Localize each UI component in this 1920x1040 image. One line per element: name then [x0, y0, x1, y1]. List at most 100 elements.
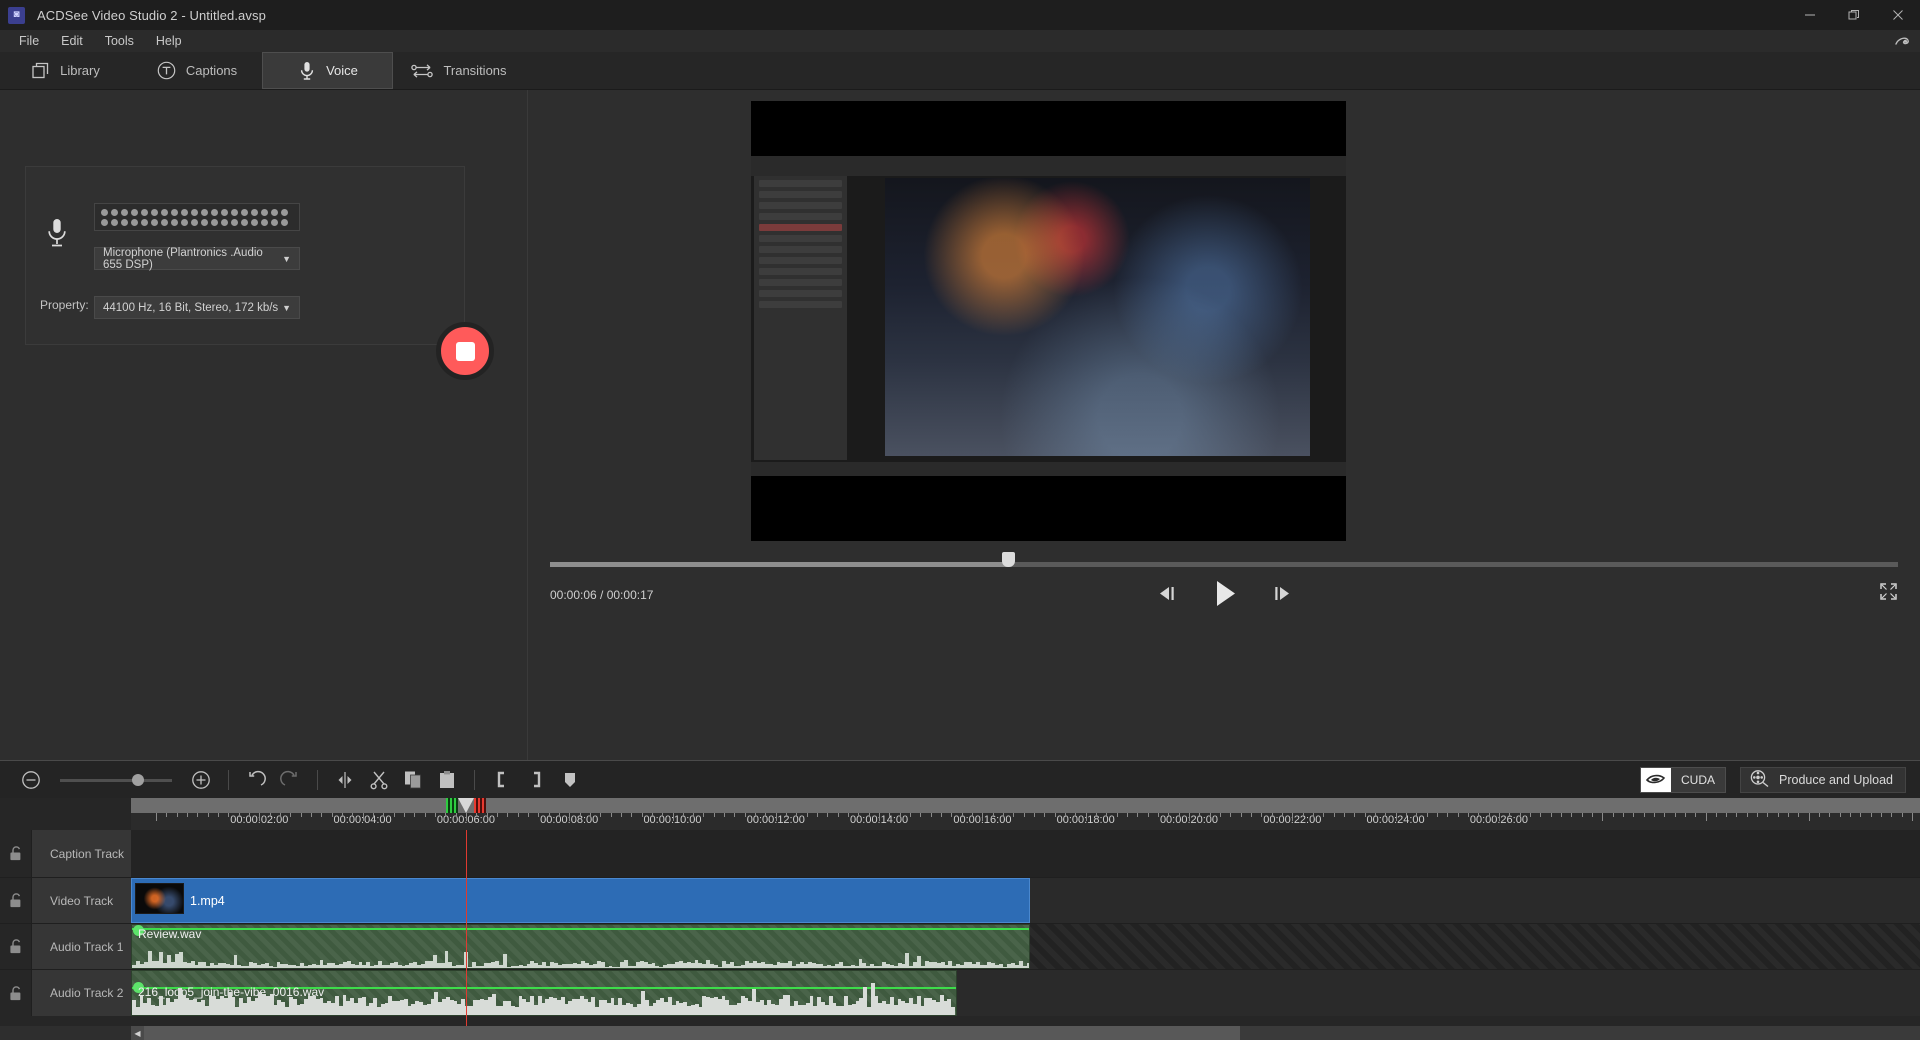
- ruler-tick: [1374, 813, 1376, 817]
- tab-captions[interactable]: Captions: [131, 52, 262, 89]
- zoom-slider-knob[interactable]: [132, 773, 145, 786]
- ruler-tick: [1168, 813, 1170, 817]
- ruler-tick: [1075, 813, 1077, 817]
- ruler-tick: [393, 813, 395, 817]
- paste-button[interactable]: [430, 765, 464, 795]
- layers-icon: [31, 61, 51, 81]
- scrubber-handle[interactable]: [1002, 552, 1016, 567]
- menu-edit[interactable]: Edit: [50, 30, 94, 52]
- lock-toggle-video[interactable]: [0, 878, 31, 923]
- tab-transitions[interactable]: Transitions: [393, 52, 524, 89]
- ruler-tick: [1189, 813, 1190, 821]
- stop-recording-button[interactable]: [436, 322, 494, 380]
- ruler-tick: [1116, 813, 1118, 817]
- ruler-tick: [1622, 813, 1624, 817]
- mark-in-button[interactable]: [485, 765, 519, 795]
- main-body: Microphone (Plantronics .Audio 655 DSP) …: [0, 90, 1920, 760]
- ruler-tick: [300, 813, 302, 817]
- ruler-tick: [1591, 813, 1593, 817]
- tab-voice[interactable]: Voice: [262, 52, 393, 89]
- timeline-horizontal-scrollbar[interactable]: ◀: [0, 1026, 1920, 1040]
- mark-out-button[interactable]: [519, 765, 553, 795]
- ruler-tick: [1478, 813, 1480, 817]
- clip-video[interactable]: 1.mp4: [131, 878, 1030, 923]
- ruler-tick: [837, 813, 839, 817]
- clip-audio-2[interactable]: 216_loop5_join-the-vibe_0016.wav: [131, 970, 957, 1016]
- lock-toggle-caption[interactable]: [0, 830, 31, 877]
- clip-audio-1[interactable]: Review.wav: [131, 924, 1030, 969]
- tab-strip: Library Captions Voice Transitions: [0, 52, 1920, 90]
- cut-button[interactable]: [362, 765, 396, 795]
- play-button[interactable]: [1208, 577, 1241, 610]
- ruler-tick: [434, 813, 436, 817]
- settings-swirl-icon[interactable]: [1892, 32, 1910, 50]
- ruler-tick: [1209, 813, 1211, 817]
- ruler-tick: [589, 813, 591, 817]
- ruler-tick: [1571, 813, 1573, 817]
- track-name-audio-2: Audio Track 2: [31, 970, 131, 1016]
- ruler-tick: [1106, 813, 1108, 817]
- menu-tools[interactable]: Tools: [94, 30, 145, 52]
- menu-file[interactable]: File: [8, 30, 50, 52]
- tab-library[interactable]: Library: [0, 52, 131, 89]
- ruler-tick: [1054, 813, 1056, 817]
- lock-toggle-audio-2[interactable]: [0, 970, 31, 1016]
- ruler-tick: [1581, 813, 1583, 817]
- lock-toggle-audio-1[interactable]: [0, 924, 31, 969]
- video-preview[interactable]: [751, 101, 1346, 541]
- produce-and-upload-button[interactable]: Produce and Upload: [1740, 766, 1906, 793]
- property-label: Property:: [40, 298, 89, 312]
- audio-property-select[interactable]: 44100 Hz, 16 Bit, Stereo, 172 kb/s ▼: [94, 296, 300, 319]
- timeline-zoom-slider[interactable]: [60, 770, 172, 790]
- ruler-tick: [496, 813, 498, 817]
- scrollbar-thumb[interactable]: [131, 1026, 1241, 1040]
- step-back-button[interactable]: [1155, 584, 1182, 603]
- zoom-in-button[interactable]: [184, 765, 218, 795]
- ruler-tick: [1602, 813, 1604, 821]
- clip-thumbnail: [135, 883, 184, 914]
- track-lane-caption[interactable]: [131, 830, 1920, 877]
- microphone-device-select[interactable]: Microphone (Plantronics .Audio 655 DSP) …: [94, 247, 300, 271]
- track-lane-audio-1[interactable]: Review.wav: [131, 924, 1920, 969]
- timeline-playhead[interactable]: [465, 830, 467, 1026]
- scroll-left-arrow[interactable]: ◀: [131, 1026, 144, 1040]
- ruler-tick: [1323, 813, 1325, 817]
- ruler-tick: [1881, 813, 1883, 817]
- copy-button[interactable]: [396, 765, 430, 795]
- close-button[interactable]: [1876, 0, 1920, 30]
- cuda-toggle[interactable]: CUDA: [1640, 766, 1727, 793]
- timeline-ruler[interactable]: 00:00:02:0000:00:04:0000:00:06:0000:00:0…: [131, 798, 1920, 830]
- ruler-tick: [569, 813, 571, 821]
- scrollbar-track[interactable]: ◀: [131, 1026, 1920, 1040]
- window-title: ACDSee Video Studio 2 - Untitled.avsp: [37, 7, 266, 23]
- zoom-out-button[interactable]: [14, 765, 48, 795]
- track-lane-video[interactable]: 1.mp4: [131, 878, 1920, 923]
- preview-scrubber[interactable]: [550, 552, 1898, 574]
- ruler-tick: [1385, 813, 1387, 817]
- undo-button[interactable]: [239, 765, 273, 795]
- playhead-handle[interactable]: [457, 798, 474, 813]
- screenshot-left-panel: [754, 176, 847, 460]
- split-button[interactable]: [328, 765, 362, 795]
- minimize-button[interactable]: [1788, 0, 1832, 30]
- ruler-tick: [507, 813, 509, 817]
- track-lane-audio-2[interactable]: 216_loop5_join-the-vibe_0016.wav: [131, 970, 1920, 1016]
- step-forward-button[interactable]: [1267, 584, 1294, 603]
- menu-help[interactable]: Help: [145, 30, 193, 52]
- ruler-tick: [1870, 813, 1872, 817]
- redo-button[interactable]: [273, 765, 307, 795]
- produce-and-upload-label: Produce and Upload: [1779, 772, 1893, 787]
- ruler-tick: [765, 813, 767, 817]
- cuda-label: CUDA: [1681, 772, 1716, 787]
- marker-button[interactable]: [553, 765, 587, 795]
- ruler-tick: [1467, 813, 1469, 817]
- stop-square-icon: [455, 341, 475, 361]
- ruler-tick: [1633, 813, 1635, 817]
- ruler-tick: [1271, 813, 1273, 817]
- fullscreen-icon[interactable]: [1879, 582, 1898, 606]
- ruler-tick: [455, 813, 457, 817]
- ruler-tick: [238, 813, 240, 817]
- restore-button[interactable]: [1832, 0, 1876, 30]
- track-name-audio-1: Audio Track 1: [31, 924, 131, 969]
- playhead-marker-group[interactable]: [445, 798, 486, 813]
